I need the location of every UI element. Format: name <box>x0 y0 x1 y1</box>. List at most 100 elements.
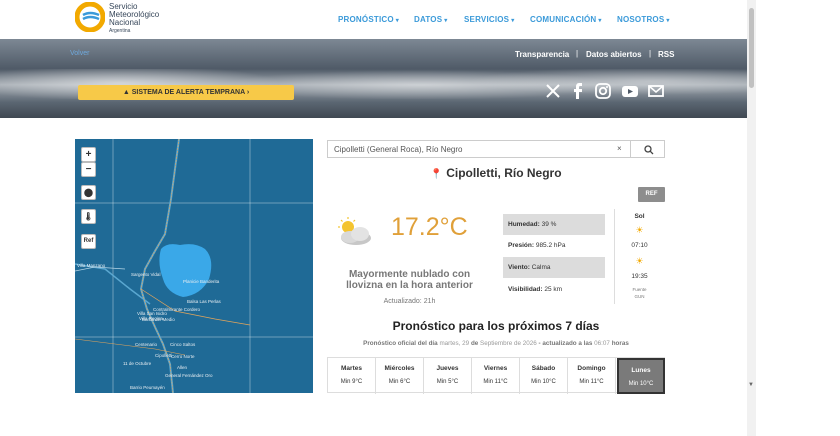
facebook-icon[interactable] <box>569 82 587 100</box>
humidity-label: Humedad: <box>508 221 540 228</box>
day-name: Lunes <box>631 367 651 374</box>
search-icon <box>644 145 654 155</box>
search-input[interactable] <box>327 140 631 158</box>
forecast-month: Septiembre de 2026 <box>480 340 537 347</box>
smn-logo-icon <box>75 2 105 32</box>
nav-pronostico[interactable]: PRONÓSTICO ▾ <box>338 15 399 24</box>
pressure-row: Presión: 985.2 hPa <box>503 235 605 256</box>
sunrise-icon: ☀ <box>635 225 644 235</box>
search-button[interactable] <box>630 140 665 158</box>
page: Servicio Meteorológico Nacional Argentin… <box>0 0 840 436</box>
sun-label: Sol <box>634 213 645 220</box>
forecast-subtitle: Pronóstico oficial del día martes, 29 de… <box>327 340 665 347</box>
pressure-label: Presión: <box>508 242 535 249</box>
map-label: Barrio Peumayén <box>130 385 165 390</box>
page-scrollbar[interactable]: ▼ <box>747 0 756 436</box>
forecast-day-tab-selected[interactable]: Lunes Min 10°C <box>617 358 665 394</box>
map-label: Cerro Norte <box>171 354 195 359</box>
logo-line: Argentina <box>109 28 131 34</box>
transparencia-link[interactable]: Transparencia <box>515 50 569 59</box>
visibility-label: Visibilidad: <box>508 286 543 293</box>
day-min-temp: Min 5°C <box>436 379 459 385</box>
nav-label: NOSOTROS <box>617 15 665 24</box>
forecast-subtitle-mid: - actualizado a las <box>538 340 593 347</box>
alert-label: SISTEMA DE ALERTA TEMPRANA <box>131 89 245 96</box>
nav-label: DATOS <box>414 15 443 24</box>
forecast-day-tab[interactable]: Miércoles Min 6°C <box>376 358 424 394</box>
map-label: Allen <box>177 365 188 370</box>
location-name: Cipolletti, Río Negro <box>446 166 562 180</box>
warning-icon: ▲ <box>122 89 132 96</box>
map-label: Villa Manzano <box>77 263 106 268</box>
alert-system-button[interactable]: ▲ SISTEMA DE ALERTA TEMPRANA › <box>78 85 294 100</box>
map-label: Contralmirante Cordero <box>153 307 201 312</box>
nav-label: SERVICIOS <box>464 15 510 24</box>
x-icon[interactable] <box>544 82 562 100</box>
datos-abiertos-link[interactable]: Datos abiertos <box>586 50 642 59</box>
forecast-subtitle-suffix: horas <box>611 340 629 347</box>
logo-line: Nacional <box>109 18 141 27</box>
scroll-down-icon[interactable]: ▼ <box>748 382 754 388</box>
source-value: GUN <box>634 294 645 299</box>
forecast-day-tab[interactable]: Domingo Min 11°C <box>568 358 616 394</box>
humidity-value: 39 % <box>541 221 557 228</box>
day-min-temp: Min 9°C <box>340 379 363 385</box>
youtube-icon[interactable] <box>621 82 639 100</box>
rss-link[interactable]: RSS <box>658 50 674 59</box>
locate-button[interactable]: ⬤ <box>81 185 96 200</box>
forecast-title: Pronóstico para los próximos 7 días <box>392 319 600 333</box>
instagram-icon[interactable] <box>594 82 612 100</box>
nav-comunicacion[interactable]: COMUNICACIÓN ▾ <box>530 15 602 24</box>
forecast-day-tab[interactable]: Martes Min 9°C <box>328 358 376 394</box>
sunset-icon: ☀ <box>635 256 644 266</box>
location-map[interactable]: + − ⬤ 🌡 Ref Villa Manzano Sargento Vidal… <box>75 139 313 393</box>
forecast-day-tab[interactable]: Sábado Min 10°C <box>520 358 568 394</box>
nav-nosotros[interactable]: NOSOTROS ▾ <box>617 15 670 24</box>
day-name: Domingo <box>577 365 606 372</box>
map-label: Cipolletti <box>155 353 173 358</box>
visibility-row: Visibilidad: 25 km <box>503 279 605 300</box>
map-label: Sargento Vidal <box>131 272 161 277</box>
day-name: Miércoles <box>384 365 415 372</box>
updated-time: Actualizado: 21h <box>383 298 436 305</box>
scrollbar-thumb[interactable] <box>749 8 754 88</box>
ref-button[interactable]: REF <box>638 187 665 202</box>
pressure-value: 985.2 hPa <box>535 242 566 249</box>
caret-down-icon: ▾ <box>511 18 515 24</box>
nav-datos[interactable]: DATOS ▾ <box>414 15 447 24</box>
map-label: Centenario <box>135 342 158 347</box>
temperature-layer-button[interactable]: 🌡 <box>81 209 96 224</box>
forecast-day-tab[interactable]: Jueves Min 5°C <box>424 358 472 394</box>
smn-logo[interactable]: Servicio Meteorológico Nacional Argentin… <box>75 2 175 34</box>
zoom-in-button[interactable]: + <box>81 147 96 162</box>
clear-search-icon[interactable]: × <box>617 144 622 153</box>
separator: | <box>576 49 579 58</box>
caret-down-icon: ▾ <box>444 18 448 24</box>
zoom-out-button[interactable]: − <box>81 162 96 177</box>
day-min-temp: Min 11°C <box>579 379 604 385</box>
day-min-temp: Min 11°C <box>483 379 508 385</box>
location-pin-icon: ⬤ <box>84 188 93 197</box>
location-pin-icon: 📍 <box>430 169 443 180</box>
caret-down-icon: ▾ <box>395 18 399 24</box>
partly-cloudy-icon <box>338 217 371 245</box>
sun-panel: Sol ☀ 07:10 ☀ 19:35 Fuente GUN <box>614 209 664 304</box>
day-name: Viernes <box>483 365 508 372</box>
nav-servicios[interactable]: SERVICIOS ▾ <box>464 15 514 24</box>
map-ref-button[interactable]: Ref <box>81 234 96 249</box>
caret-down-icon: ▾ <box>666 18 670 24</box>
sunrise-time: 07:10 <box>631 242 648 249</box>
day-name: Martes <box>341 365 362 372</box>
day-name: Jueves <box>436 365 459 372</box>
map-label: General Fernández Oro <box>165 373 213 378</box>
day-min-temp: Min 6°C <box>388 379 411 385</box>
back-link[interactable]: Volver <box>70 50 89 57</box>
forecast-subtitle-prefix: Pronóstico oficial del día <box>363 340 438 347</box>
email-icon[interactable] <box>647 82 665 100</box>
wind-value: Calma <box>531 264 551 271</box>
map-label: 11 de Octubre <box>123 361 152 366</box>
map-label: Planicie Banderita <box>183 279 220 284</box>
top-header: Servicio Meteorológico Nacional Argentin… <box>0 0 747 39</box>
nav-label: PRONÓSTICO <box>338 15 394 24</box>
forecast-day-tab[interactable]: Viernes Min 11°C <box>472 358 520 394</box>
